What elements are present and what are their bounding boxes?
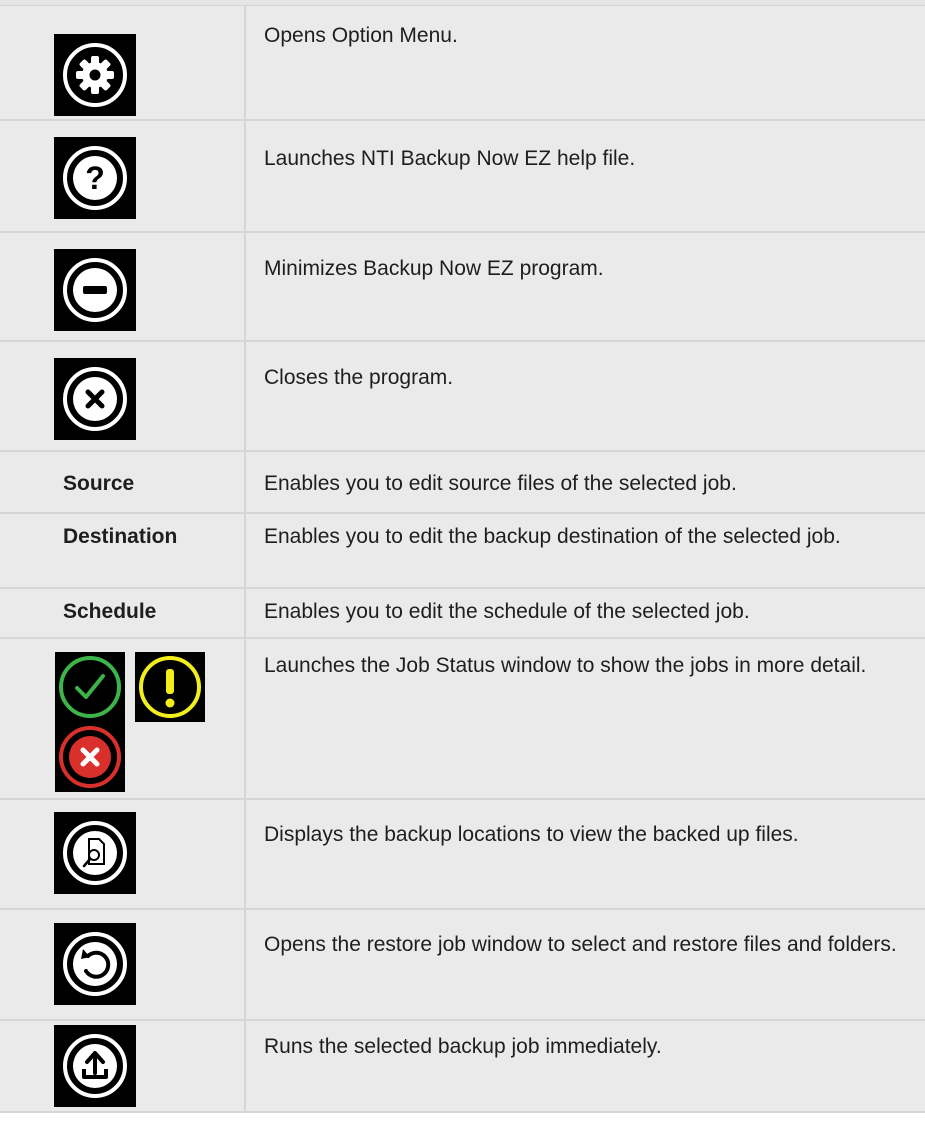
status-error-icon[interactable] [55,722,125,792]
close-icon[interactable] [54,358,136,440]
table-row: Closes the program. [0,341,925,452]
status-warning-icon[interactable] [135,652,205,722]
icon-reference-table: Opens Option Menu. ? Launches NTI Backup… [0,6,925,1113]
term-schedule: Schedule [63,600,157,623]
restore-icon[interactable] [54,923,136,1005]
table-row: Destination Enables you to edit the back… [0,513,925,589]
minimize-icon[interactable] [54,249,136,331]
status-icons-group [0,639,244,792]
table-row: ? Launches NTI Backup Now EZ help file. [0,120,925,233]
row-description: Enables you to edit the backup destinati… [264,525,841,548]
help-question-icon[interactable]: ? [54,137,136,219]
run-backup-icon[interactable] [54,1025,136,1107]
row-description: Launches NTI Backup Now EZ help file. [264,147,636,170]
row-description: Minimizes Backup Now EZ program. [264,257,604,280]
row-description: Runs the selected backup job immediately… [264,1035,662,1058]
row-description: Enables you to edit source files of the … [264,472,737,495]
term-destination: Destination [63,525,178,548]
status-ok-icon[interactable] [55,652,125,722]
row-description: Opens the restore job window to select a… [264,933,897,956]
table-row: Displays the backup locations to view th… [0,799,925,910]
row-description: Enables you to edit the schedule of the … [264,600,750,623]
table-row: Minimizes Backup Now EZ program. [0,232,925,342]
view-backup-files-icon[interactable] [54,812,136,894]
row-description: Closes the program. [264,366,454,389]
row-description: Displays the backup locations to view th… [264,823,799,846]
term-source: Source [63,472,135,495]
gear-icon[interactable] [54,34,136,116]
svg-text:?: ? [85,160,105,196]
table-row: Runs the selected backup job immediately… [0,1020,925,1113]
table-row: Schedule Enables you to edit the schedul… [0,588,925,639]
table-row: Source Enables you to edit source files … [0,451,925,514]
table-row: Opens Option Menu. [0,6,925,121]
table-row: Launches the Job Status window to show t… [0,638,925,800]
row-description: Launches the Job Status window to show t… [264,654,867,677]
table-row: Opens the restore job window to select a… [0,909,925,1021]
row-description: Opens Option Menu. [264,24,458,47]
